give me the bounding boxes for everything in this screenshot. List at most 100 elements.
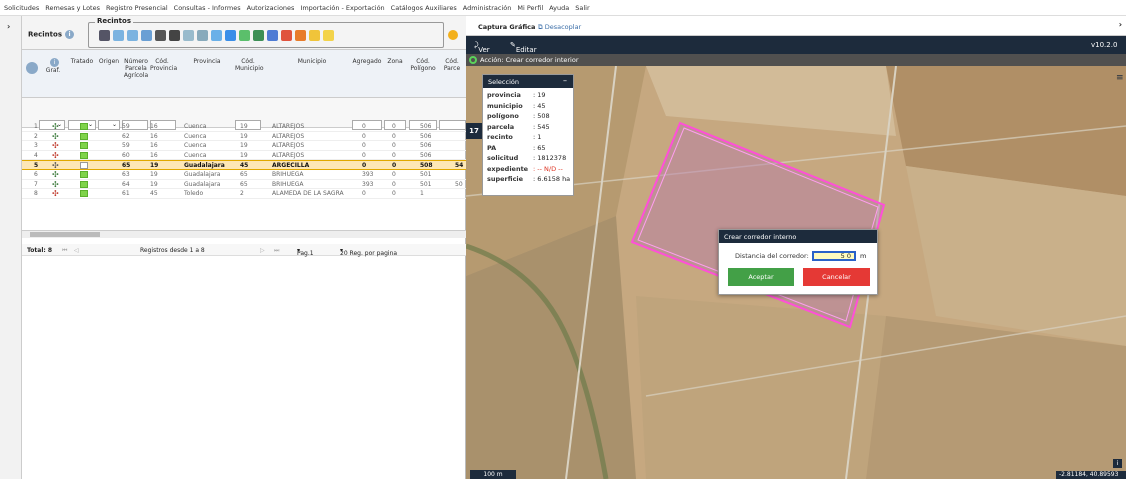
cod-municipio-cell: 2 xyxy=(240,190,244,198)
print-icon[interactable] xyxy=(155,30,166,41)
table-row[interactable]: 2 62 16 Cuenca 19 ALTAREJOS 0 0 506 ✣ xyxy=(22,132,466,142)
tratado-checkbox[interactable] xyxy=(80,162,88,170)
table-row[interactable]: 4 60 16 Cuenca 19 ALTAREJOS 0 0 506 ✣ xyxy=(22,151,466,161)
table-row[interactable]: 6 63 19 Guadalajara 65 BRIHUEGA 393 0 501 ✣ xyxy=(22,170,466,180)
panel-title-text: Recintos xyxy=(28,30,62,39)
grid-icon[interactable] xyxy=(323,30,334,41)
filter-icon[interactable] xyxy=(99,30,110,41)
edit-icon[interactable] xyxy=(141,30,152,41)
selection-header: Selección – xyxy=(483,75,573,88)
graphic-locate-icon[interactable]: ✣ xyxy=(52,122,59,131)
tratado-checkbox[interactable] xyxy=(80,180,88,188)
col-cod-municipio[interactable]: Cód. Municipio xyxy=(235,58,264,72)
print-batch-icon[interactable] xyxy=(169,30,180,41)
zona-cell: 0 xyxy=(392,190,396,198)
image-icon[interactable] xyxy=(267,30,278,41)
graphic-locate-icon[interactable]: ✣ xyxy=(52,189,59,198)
layers-icon[interactable] xyxy=(253,30,264,41)
first-page-icon[interactable]: ⏮ xyxy=(62,247,67,255)
add-icon[interactable] xyxy=(225,30,236,41)
next-page-icon[interactable]: ▷ xyxy=(260,247,265,254)
menu-item[interactable]: Salir xyxy=(575,4,589,12)
distance-input[interactable]: 5 0 xyxy=(812,251,856,261)
collapse-gutter[interactable]: › xyxy=(0,16,22,479)
table-row[interactable]: 3 59 16 Cuenca 19 ALTAREJOS 0 0 506 ✣ xyxy=(22,141,466,151)
col-tratado[interactable]: Tratado xyxy=(68,58,96,65)
graphic-locate-icon[interactable]: ✣ xyxy=(52,141,59,150)
chevron-right-icon[interactable]: › xyxy=(7,22,10,31)
accept-button[interactable]: Aceptar xyxy=(728,268,794,286)
col-agregado[interactable]: Agregado xyxy=(352,58,382,65)
minimize-icon[interactable]: – xyxy=(563,76,567,85)
user-icon[interactable] xyxy=(295,30,306,41)
tratado-checkbox[interactable] xyxy=(80,170,88,178)
col-cod-poligono[interactable]: Cód. Polígono xyxy=(409,58,437,72)
col-cod-parcela[interactable]: Cód. Parce xyxy=(439,58,465,72)
graphic-locate-icon[interactable]: ✣ xyxy=(52,151,59,160)
comment-icon[interactable] xyxy=(113,30,124,41)
recintos-toolbar-group: Recintos xyxy=(88,17,444,48)
cancel-button[interactable]: Cancelar xyxy=(803,268,870,286)
table-row[interactable]: 5 65 19 Guadalajara 45 ARGECILLA 0 0 508 54 ✣ xyxy=(22,160,466,170)
menu-item[interactable]: Consultas - Informes xyxy=(174,4,241,12)
tools-icon[interactable] xyxy=(197,30,208,41)
scroll-thumb[interactable] xyxy=(30,232,100,237)
undock-label: Desacoplar xyxy=(544,23,582,31)
graphic-locate-icon[interactable]: ✣ xyxy=(52,132,59,141)
flag-icon[interactable] xyxy=(309,30,320,41)
col-zona[interactable]: Zona xyxy=(384,58,406,65)
col-municipio[interactable]: Municipio xyxy=(272,58,352,65)
menu-item[interactable]: Autorizaciones xyxy=(247,4,295,12)
undock-link[interactable]: ⧉ Desacoplar xyxy=(538,23,581,32)
menu-item[interactable]: Mi Perfil xyxy=(517,4,543,12)
tratado-checkbox[interactable] xyxy=(80,151,88,159)
menu-item[interactable]: Ayuda xyxy=(549,4,569,12)
col-provincia[interactable]: Provincia xyxy=(182,58,232,65)
menu-item[interactable]: Importación - Exportación xyxy=(300,4,384,12)
last-page-icon[interactable]: ⏭ xyxy=(274,247,279,255)
parcela-cod-cell: 54 xyxy=(455,162,464,170)
tratado-checkbox[interactable] xyxy=(80,123,88,130)
info-icon[interactable]: i xyxy=(65,30,74,39)
prev-page-icon[interactable]: ◁ xyxy=(74,247,79,254)
menu-item[interactable]: Catálogos Auxiliares xyxy=(391,4,457,12)
cod-provincia-cell: 45 xyxy=(150,190,158,198)
selection-title: Selección xyxy=(488,78,519,86)
tratado-checkbox[interactable] xyxy=(80,132,88,140)
table-row[interactable]: 7 64 19 Guadalajara 65 BRIHUEGA 393 0 501 50 ✣ xyxy=(22,180,466,190)
info-icon[interactable]: i xyxy=(1113,459,1122,468)
provincia-cell: Guadalajara xyxy=(184,162,225,170)
col-numero-parcela[interactable]: Número Parcela Agrícola xyxy=(122,58,150,79)
editar-menu[interactable]: ✎ Editar xyxy=(510,41,537,54)
tratado-checkbox[interactable] xyxy=(80,190,88,198)
ver-menu[interactable]: ⤸ Ver xyxy=(474,41,490,54)
selection-field: parcela: 545 xyxy=(483,122,573,133)
page-select[interactable]: Pag.1 ▾ xyxy=(297,247,314,257)
page-label: Pag.1 xyxy=(297,250,314,257)
graphic-locate-icon[interactable]: ✣ xyxy=(52,170,59,179)
menu-item[interactable]: Administración xyxy=(463,4,512,12)
export-icon[interactable] xyxy=(211,30,222,41)
col-origen[interactable]: Origen xyxy=(97,58,121,65)
copy-icon[interactable] xyxy=(183,30,194,41)
per-page-select[interactable]: 20 Reg. por pagina ▾ xyxy=(340,247,397,257)
menu-item[interactable]: Registro Presencial xyxy=(106,4,168,12)
graphic-locate-icon[interactable]: ✣ xyxy=(52,180,59,189)
horizontal-scrollbar[interactable] xyxy=(22,230,466,238)
row-number: 2 xyxy=(34,132,38,140)
table-row[interactable]: 8 61 45 Toledo 2 ALAMEDA DE LA SAGRA 0 0 1 ✣ xyxy=(22,189,466,199)
menu-item[interactable]: Remesas y Lotes xyxy=(45,4,100,12)
col-graf[interactable]: i Graf. xyxy=(42,58,64,74)
layers-menu-icon[interactable]: ≡ xyxy=(1116,74,1124,84)
chat-icon[interactable] xyxy=(127,30,138,41)
chevron-right-icon[interactable]: › xyxy=(1119,20,1122,29)
tratado-checkbox[interactable] xyxy=(80,142,88,150)
status-circle-icon[interactable] xyxy=(448,30,458,40)
menu-item[interactable]: Solicitudes xyxy=(4,4,39,12)
zoom-icon[interactable] xyxy=(281,30,292,41)
list-icon[interactable] xyxy=(239,30,250,41)
settings-icon[interactable] xyxy=(26,62,38,74)
col-cod-provincia[interactable]: Cód. Provincia xyxy=(150,58,177,72)
table-row[interactable]: 1 59 16 Cuenca 19 ALTAREJOS 0 0 506 ✣ xyxy=(22,122,466,132)
dialog-title: Crear corredor interno xyxy=(719,230,877,243)
